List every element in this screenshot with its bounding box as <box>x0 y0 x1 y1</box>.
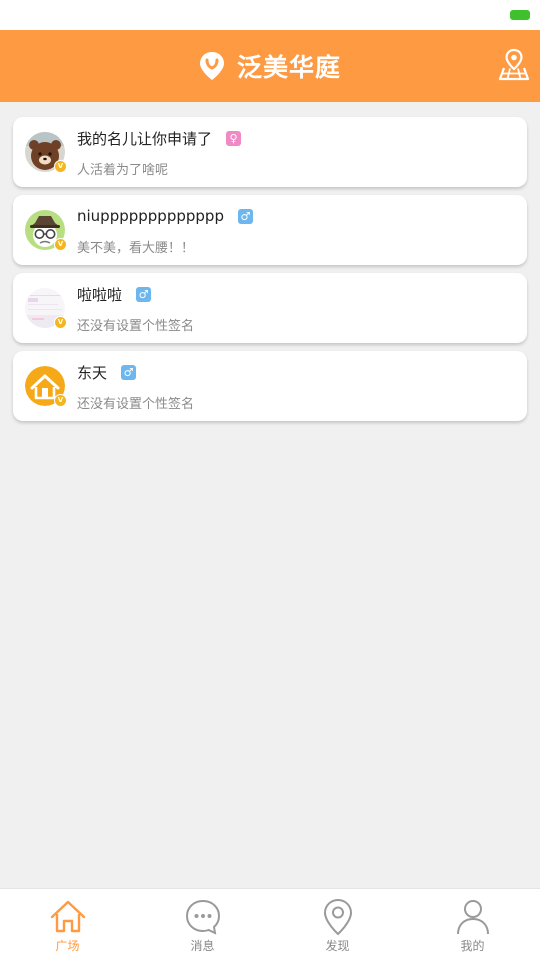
male-icon: ♂ <box>237 208 253 224</box>
female-icon: ♀ <box>226 130 242 146</box>
vip-badge-icon: V <box>54 160 67 173</box>
tab-discover[interactable]: 发现 <box>270 889 405 960</box>
user-signature: 还没有设置个性签名 <box>77 319 195 334</box>
tab-messages[interactable]: 消息 <box>135 889 270 960</box>
avatar[interactable]: V <box>25 132 67 173</box>
user-icon <box>456 900 489 935</box>
vip-badge-icon: V <box>54 316 67 329</box>
bottom-tab-bar: 广场 消息 发现 我的 <box>0 888 540 960</box>
header-title-group: 泛美华庭 <box>0 30 540 102</box>
location-pin-icon <box>323 898 352 936</box>
user-name: 东天 <box>77 363 108 382</box>
user-card[interactable]: V 啦啦啦 ♂ 还没有设置个性签名 <box>13 273 527 343</box>
male-icon: ♂ <box>136 286 152 302</box>
avatar[interactable]: V <box>25 366 67 407</box>
name-row: 啦啦啦 ♂ <box>77 284 152 304</box>
tab-label: 发现 <box>325 939 350 953</box>
tab-label: 消息 <box>190 939 215 953</box>
vip-badge-icon: V <box>54 394 67 407</box>
name-row: 东天 ♂ <box>77 362 137 382</box>
app-header: 泛美华庭 <box>0 30 540 102</box>
user-name: niuppppppppppppp <box>77 207 224 225</box>
tab-plaza[interactable]: 广场 <box>0 889 135 960</box>
page-title: 泛美华庭 <box>236 53 341 82</box>
avatar[interactable]: V <box>25 210 67 251</box>
home-icon <box>50 900 85 933</box>
location-pin-icon <box>199 52 224 80</box>
male-icon: ♂ <box>121 364 137 380</box>
user-name: 啦啦啦 <box>77 285 123 304</box>
tab-label: 广场 <box>55 939 80 953</box>
user-signature: 人活着为了啥呢 <box>77 163 169 178</box>
name-row: niuppppppppppppp ♂ <box>77 206 253 226</box>
name-row: 我的名儿让你申请了 ♀ <box>77 128 242 148</box>
user-name: 我的名儿让你申请了 <box>77 129 213 148</box>
tab-mine[interactable]: 我的 <box>405 889 540 960</box>
user-card[interactable]: V niuppppppppppppp ♂ 美不美，看大腰！！ <box>13 195 527 265</box>
user-list: V 我的名儿让你申请了 ♀ 人活着为了啥呢 V niuppppppppppppp… <box>13 117 527 429</box>
map-location-icon[interactable] <box>498 48 530 82</box>
status-bar <box>0 0 540 30</box>
tab-label: 我的 <box>460 939 485 953</box>
avatar[interactable]: V <box>25 288 67 329</box>
user-signature: 还没有设置个性签名 <box>77 397 195 412</box>
user-signature: 美不美，看大腰！！ <box>77 241 195 256</box>
battery-icon <box>510 10 530 20</box>
user-card[interactable]: V 东天 ♂ 还没有设置个性签名 <box>13 351 527 421</box>
vip-badge-icon: V <box>54 238 67 251</box>
chat-bubble-icon <box>185 899 220 935</box>
user-card[interactable]: V 我的名儿让你申请了 ♀ 人活着为了啥呢 <box>13 117 527 187</box>
